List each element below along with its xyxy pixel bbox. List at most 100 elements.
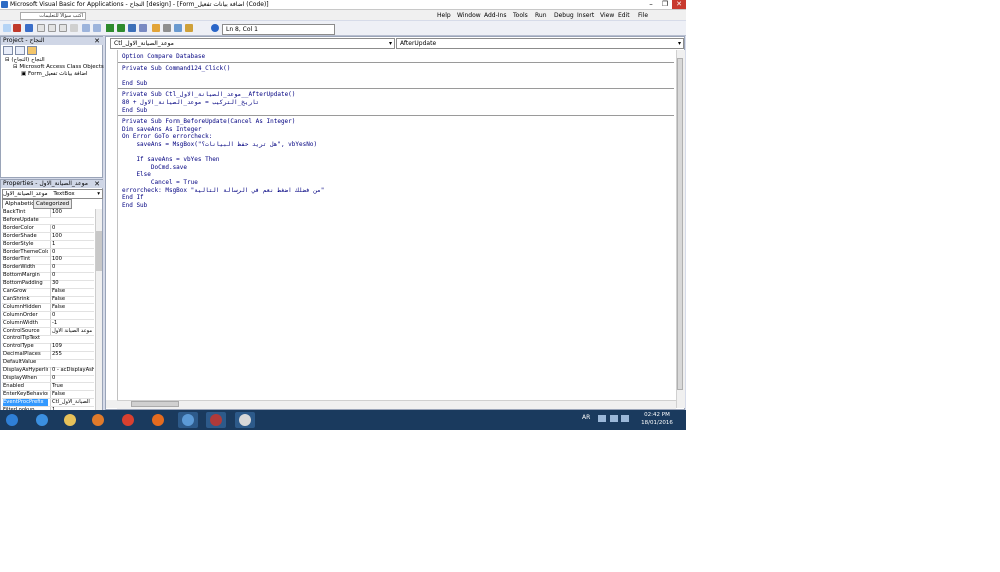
property-value[interactable]: 100 [50,209,94,217]
code-line[interactable]: Option Compare Database [122,53,205,60]
property-value[interactable]: 0 [50,374,94,383]
property-value[interactable]: 0 [50,248,94,257]
paste-icon[interactable] [59,24,67,32]
design-mode-icon[interactable] [139,24,147,32]
help-icon[interactable] [211,24,219,32]
code-line[interactable]: Dim saveAns As Integer [122,126,201,133]
property-value[interactable]: 30 [50,280,94,288]
code-line[interactable]: Private Sub Ctl_موعد_الصيانة_الاول__Afte… [122,91,295,98]
code-line[interactable]: Private Sub Form_BeforeUpdate(Cancel As … [122,118,295,125]
view-object-icon[interactable] [15,46,25,55]
property-value[interactable]: False [50,390,94,399]
menu-item-edit[interactable]: Edit [618,12,630,19]
property-value[interactable]: 0 [50,264,94,272]
taskbar-paint-button[interactable] [235,412,255,428]
property-value[interactable]: True [50,382,94,391]
property-value[interactable]: موعد الصيانة الاول [50,327,94,336]
code-line[interactable]: saveAns = MsgBox("هل تريد حفظ البيانات؟"… [122,141,317,148]
object-dropdown[interactable]: Ctl_موعد_الصيانة_الاول ▾ [110,38,395,49]
tab-alphabetic[interactable]: Alphabetic [2,199,38,209]
clock[interactable]: 02:42 PM 18/01/2016 [632,411,682,427]
find-icon[interactable] [70,24,78,32]
undo-icon[interactable] [82,24,90,32]
project-tree-item[interactable]: ▣ Form_اضافة بيانات تفعيل [21,71,88,77]
property-value[interactable]: 255 [50,351,94,359]
toolbox-icon[interactable] [185,24,193,32]
property-value[interactable]: 0 - acDisplayAsHy [50,367,94,375]
reset-icon[interactable] [128,24,136,32]
run-icon[interactable] [106,24,114,32]
taskbar-chrome-button[interactable] [118,412,138,428]
taskbar-ie-button[interactable] [32,412,52,428]
tab-categorized[interactable]: Categorized [33,199,73,209]
break-icon[interactable] [117,24,125,32]
code-line[interactable]: DoCmd.save [122,164,187,171]
menu-item-file[interactable]: File [638,12,648,19]
taskbar-start-button[interactable] [2,412,22,428]
procedure-dropdown[interactable]: AfterUpdate ▾ [396,38,684,49]
save-icon[interactable] [25,24,33,32]
help-search-input[interactable]: اكتب سؤالاً للتعليمات [20,12,86,20]
insert-userform-icon[interactable] [13,24,21,32]
redo-icon[interactable] [93,24,101,32]
restore-button[interactable]: ❐ [658,0,672,9]
code-horizontal-scrollbar[interactable] [117,400,676,409]
taskbar-network-button[interactable] [178,412,198,428]
project-explorer-icon[interactable] [152,24,160,32]
code-line[interactable]: End Sub [122,107,147,114]
property-value[interactable]: 0 [50,224,94,233]
code-line[interactable]: End If [122,194,144,201]
property-value[interactable]: Ctl_الصيانة_الاول [50,398,94,407]
view-code-icon[interactable] [3,46,13,55]
project-tree-item[interactable]: ⊟ (النجاح) النجاح [5,57,45,63]
property-value[interactable]: 1 [50,240,94,249]
code-line[interactable]: End Sub [122,80,147,87]
code-line[interactable]: errorcheck: MsgBox "من فضلك اضغط نعم في … [122,187,324,194]
taskbar-access-button[interactable] [206,412,226,428]
toggle-folders-icon[interactable] [27,46,37,55]
property-value[interactable]: 0 [50,272,94,280]
project-tree-item[interactable]: ⊟ Microsoft Access Class Objects [13,64,104,70]
object-combo[interactable]: موعد_الصيانة_الاول TextBox ▾ [2,189,103,199]
cut-icon[interactable] [37,24,45,32]
property-value[interactable]: 109 [50,343,94,351]
properties-close-icon[interactable]: ✕ [94,180,100,188]
language-indicator[interactable]: AR [582,414,590,421]
taskbar-media-button[interactable] [88,412,108,428]
properties-scrollbar[interactable] [95,209,102,428]
menu-item-run[interactable]: Run [535,12,547,19]
view-access-icon[interactable] [3,24,11,32]
properties-scroll-thumb[interactable] [96,231,102,271]
properties-window-icon[interactable] [163,24,171,32]
taskbar-firefox-button[interactable] [148,412,168,428]
volume-icon[interactable] [621,415,629,422]
tray-arrow-icon[interactable] [598,415,606,422]
project-close-icon[interactable]: ✕ [94,37,100,45]
view-toggle-icon[interactable] [106,400,117,408]
code-horizontal-scroll-thumb[interactable] [131,401,179,407]
code-line[interactable]: If saveAns = vbYes Then [122,156,219,163]
menu-item-view[interactable]: View [600,12,614,19]
menu-item-help[interactable]: Help [437,12,451,19]
network-icon[interactable] [610,415,618,422]
property-value[interactable]: 100 [50,232,94,241]
property-value[interactable]: False [50,295,94,304]
object-browser-icon[interactable] [174,24,182,32]
property-value[interactable]: 100 [50,256,94,264]
copy-icon[interactable] [48,24,56,32]
menu-item-insert[interactable]: Insert [577,12,594,19]
code-line[interactable]: تاريخ_التركيب = موعد_الصيانة_الاول + 80 [122,99,259,106]
code-line[interactable]: End Sub [122,202,147,209]
close-button[interactable]: ✕ [672,0,686,9]
property-value[interactable]: 0 [50,311,94,320]
menu-item-addins[interactable]: Add-Ins [484,12,506,19]
menu-item-debug[interactable]: Debug [554,12,574,19]
code-line[interactable]: Else [122,171,150,178]
code-line[interactable]: Private Sub Command124_Click() [122,65,230,72]
menu-item-window[interactable]: Window [457,12,481,19]
menu-item-tools[interactable]: Tools [513,12,528,19]
code-editor[interactable]: Option Compare Database Private Sub Comma… [118,50,674,408]
property-value[interactable]: False [50,303,94,312]
code-line[interactable]: On Error GoTo errorcheck: [122,133,212,140]
code-line[interactable]: Cancel = True [122,179,198,186]
